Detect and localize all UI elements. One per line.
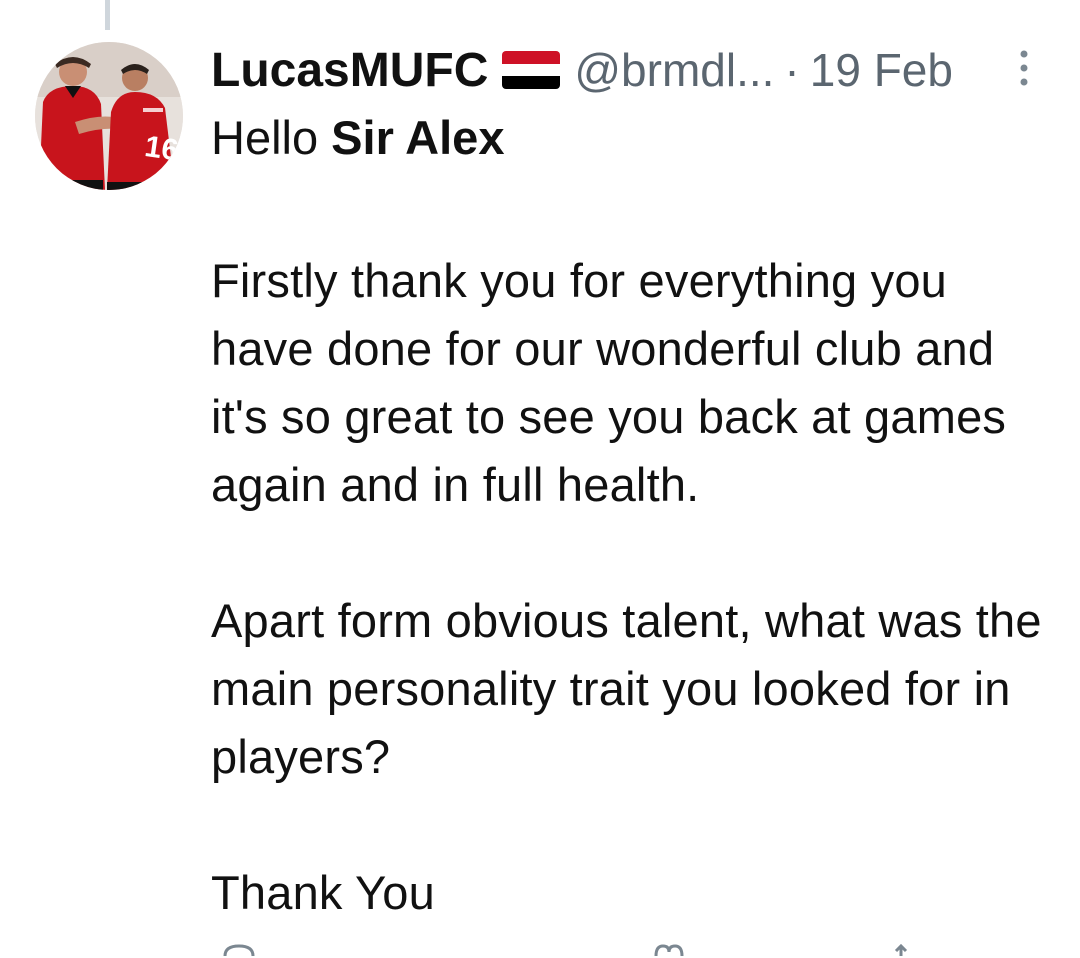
avatar[interactable]: 16 (35, 42, 183, 190)
tweet-paragraph: Apart form obvious talent, what was the … (211, 594, 1042, 783)
more-vertical-icon[interactable] (1014, 48, 1034, 88)
tweet-action-bar (0, 938, 1080, 958)
greeting-bold-text: Sir Alex (331, 111, 505, 164)
thread-connector-line (105, 0, 110, 30)
like-icon[interactable] (652, 944, 686, 956)
tweet-greeting: Hello Sir Alex (211, 110, 504, 166)
avatar-photo: 16 (35, 42, 183, 190)
user-handle[interactable]: @brmdl... (574, 43, 774, 97)
tweet-date[interactable]: 19 Feb (810, 43, 953, 97)
display-name[interactable]: LucasMUFC (211, 43, 488, 98)
separator-dot: · (784, 44, 800, 96)
tweet-paragraph: Thank You (211, 866, 435, 919)
tweet-header: LucasMUFC @brmdl... · 19 Feb (211, 40, 953, 100)
svg-text:16: 16 (143, 130, 181, 167)
yemen-flag-icon (502, 51, 561, 89)
share-icon[interactable] (884, 944, 918, 956)
tweet-body: Firstly thank you for everything you hav… (211, 247, 1061, 927)
tweet-paragraph: Firstly thank you for everything you hav… (211, 254, 1007, 511)
greeting-text: Hello (211, 111, 332, 164)
reply-icon[interactable] (222, 944, 256, 956)
